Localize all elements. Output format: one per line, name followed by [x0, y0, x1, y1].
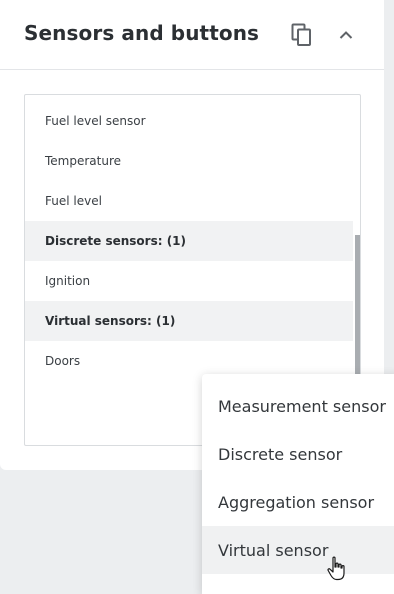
- add-sensor-menu: Measurement sensor Discrete sensor Aggre…: [202, 374, 394, 594]
- copy-button[interactable]: [286, 19, 318, 51]
- list-group-label: Virtual sensors: (1): [45, 314, 176, 328]
- menu-item-label: Measurement sensor: [218, 396, 386, 416]
- list-group-header[interactable]: Virtual sensors: (1): [25, 301, 353, 341]
- menu-item-label: Aggregation sensor: [218, 492, 375, 512]
- list-item[interactable]: Ignition: [25, 261, 353, 301]
- list-item[interactable]: Fuel level sensor: [25, 101, 353, 141]
- menu-item-label: Discrete sensor: [218, 444, 343, 464]
- list-item-label: Fuel level sensor: [45, 114, 146, 128]
- list-group-label: Discrete sensors: (1): [45, 234, 187, 248]
- panel-title: Sensors and buttons: [24, 21, 260, 45]
- copy-icon: [291, 23, 311, 46]
- collapse-button[interactable]: [330, 19, 362, 51]
- menu-item-label: Virtual sensor: [218, 540, 329, 560]
- menu-item-discrete-sensor[interactable]: Discrete sensor: [202, 430, 394, 478]
- list-item-label: Doors: [45, 354, 81, 368]
- list-item[interactable]: Fuel level: [25, 181, 353, 221]
- panel-header: Sensors and buttons: [0, 0, 384, 70]
- list-item-label: Fuel level: [45, 194, 102, 208]
- menu-item-aggregation-sensor[interactable]: Aggregation sensor: [202, 478, 394, 526]
- menu-item-virtual-sensor[interactable]: Virtual sensor: [202, 526, 394, 574]
- list-item-label: Ignition: [45, 274, 91, 288]
- menu-item-measurement-sensor[interactable]: Measurement sensor: [202, 382, 394, 430]
- hand-cursor-icon: [327, 556, 345, 581]
- chevron-up-icon: [339, 31, 353, 39]
- list-item-label: Temperature: [45, 154, 122, 168]
- list-item[interactable]: Temperature: [25, 141, 353, 181]
- list-group-header[interactable]: Discrete sensors: (1): [25, 221, 353, 261]
